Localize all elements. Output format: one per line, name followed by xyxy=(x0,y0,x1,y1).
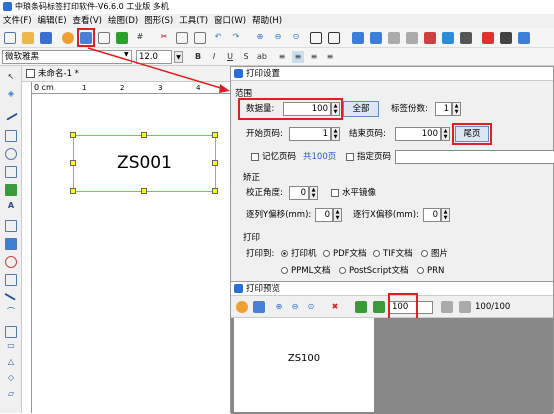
specify-page-checkbox[interactable] xyxy=(346,153,354,161)
mirror-checkbox[interactable] xyxy=(331,189,339,197)
zoom-out-icon[interactable]: ⊖ xyxy=(289,301,301,313)
start-page-input[interactable]: 1 xyxy=(289,127,331,141)
offset-y-label: 逐列Y偏移(mm): xyxy=(246,210,312,220)
preview-toolbar: ⊕ ⊖ ⊙ ✖ 100 100/100 xyxy=(231,293,553,325)
print-icon[interactable] xyxy=(253,301,265,313)
specify-page-label: 指定页码 xyxy=(357,152,392,162)
remember-page-label: 记忆页码 xyxy=(262,152,297,162)
copies-spinner[interactable]: ▲ ▼ xyxy=(452,102,461,116)
radio-pdf[interactable] xyxy=(323,250,330,257)
radio-prn[interactable] xyxy=(417,267,424,274)
radio-postscript-label: PostScript文档 xyxy=(349,266,409,276)
first-page-icon[interactable] xyxy=(355,301,367,313)
all-button[interactable]: 全部 xyxy=(343,101,379,117)
radio-printer-label: 打印机 xyxy=(291,249,317,259)
radio-postscript[interactable] xyxy=(339,267,346,274)
correction-section-title: 矫正 xyxy=(243,173,261,183)
print-to-label: 打印到: xyxy=(246,249,275,259)
end-page-spinner[interactable]: ▲ ▼ xyxy=(441,127,450,141)
copies-input[interactable]: 1 xyxy=(435,102,452,116)
dialog-title: 打印设置 xyxy=(246,69,281,79)
radio-tif-label: TIF文档 xyxy=(383,249,413,259)
start-page-spinner[interactable]: ▲ ▼ xyxy=(331,127,340,141)
start-page-label: 开始页码: xyxy=(246,129,283,139)
zoom-in-icon[interactable]: ⊕ xyxy=(273,301,285,313)
end-page-label: 结束页码: xyxy=(349,129,386,139)
offset-y-input[interactable]: 0 xyxy=(315,208,333,222)
end-page-input[interactable]: 100 xyxy=(395,127,441,141)
preview-canvas: ZS100 xyxy=(231,318,553,414)
zoom-icon[interactable]: ⊙ xyxy=(305,301,317,313)
settings-icon[interactable] xyxy=(236,301,248,313)
offset-x-label: 逐行X偏移(mm): xyxy=(353,210,419,220)
prev-page-icon[interactable] xyxy=(373,301,385,313)
offset-y-spinner[interactable]: ▲ ▼ xyxy=(333,208,342,222)
specify-page-input[interactable] xyxy=(395,150,554,164)
preview-label-text: ZS100 xyxy=(287,353,321,364)
preview-title: 打印预览 xyxy=(246,284,281,294)
radio-ppml[interactable] xyxy=(281,267,288,274)
dialog-title-bar: 打印设置 xyxy=(231,67,553,81)
radio-image-label: 图片 xyxy=(431,249,449,259)
angle-input[interactable]: 0 xyxy=(289,186,309,200)
last-page-icon[interactable] xyxy=(459,301,471,313)
dialog-icon xyxy=(234,69,243,78)
preview-icon xyxy=(234,284,243,293)
angle-label: 校正角度: xyxy=(246,188,283,198)
remember-page-checkbox[interactable] xyxy=(251,153,259,161)
copies-label: 标签份数: xyxy=(391,104,428,114)
radio-image[interactable] xyxy=(421,250,428,257)
mirror-label: 水平镜像 xyxy=(342,188,377,198)
radio-prn-label: PRN xyxy=(427,266,445,276)
preview-page: ZS100 xyxy=(234,318,374,412)
last-page-highlight xyxy=(452,123,492,145)
close-icon[interactable]: ✖ xyxy=(329,301,341,313)
radio-pdf-label: PDF文档 xyxy=(333,249,367,259)
page-count: 100/100 xyxy=(475,302,511,312)
print-settings-dialog: 打印设置 范围 数据量: 100 ▲ ▼ 全部 标签份数: 1 ▲ ▼ 开始页码: … xyxy=(230,66,554,282)
radio-tif[interactable] xyxy=(373,250,380,257)
offset-x-spinner[interactable]: ▲ ▼ xyxy=(441,208,450,222)
total-pages-text: 共100页 xyxy=(303,152,337,162)
print-preview-window: 打印预览 ⊕ ⊖ ⊙ ✖ 100 100/100 ZS100 xyxy=(230,281,554,414)
next-page-icon[interactable] xyxy=(441,301,453,313)
radio-ppml-label: PPML文档 xyxy=(291,266,331,276)
data-count-highlight xyxy=(238,98,343,120)
print-section-title: 打印 xyxy=(243,233,261,243)
radio-printer[interactable] xyxy=(281,250,288,257)
offset-x-input[interactable]: 0 xyxy=(423,208,441,222)
angle-spinner[interactable]: ▲ ▼ xyxy=(309,186,318,200)
